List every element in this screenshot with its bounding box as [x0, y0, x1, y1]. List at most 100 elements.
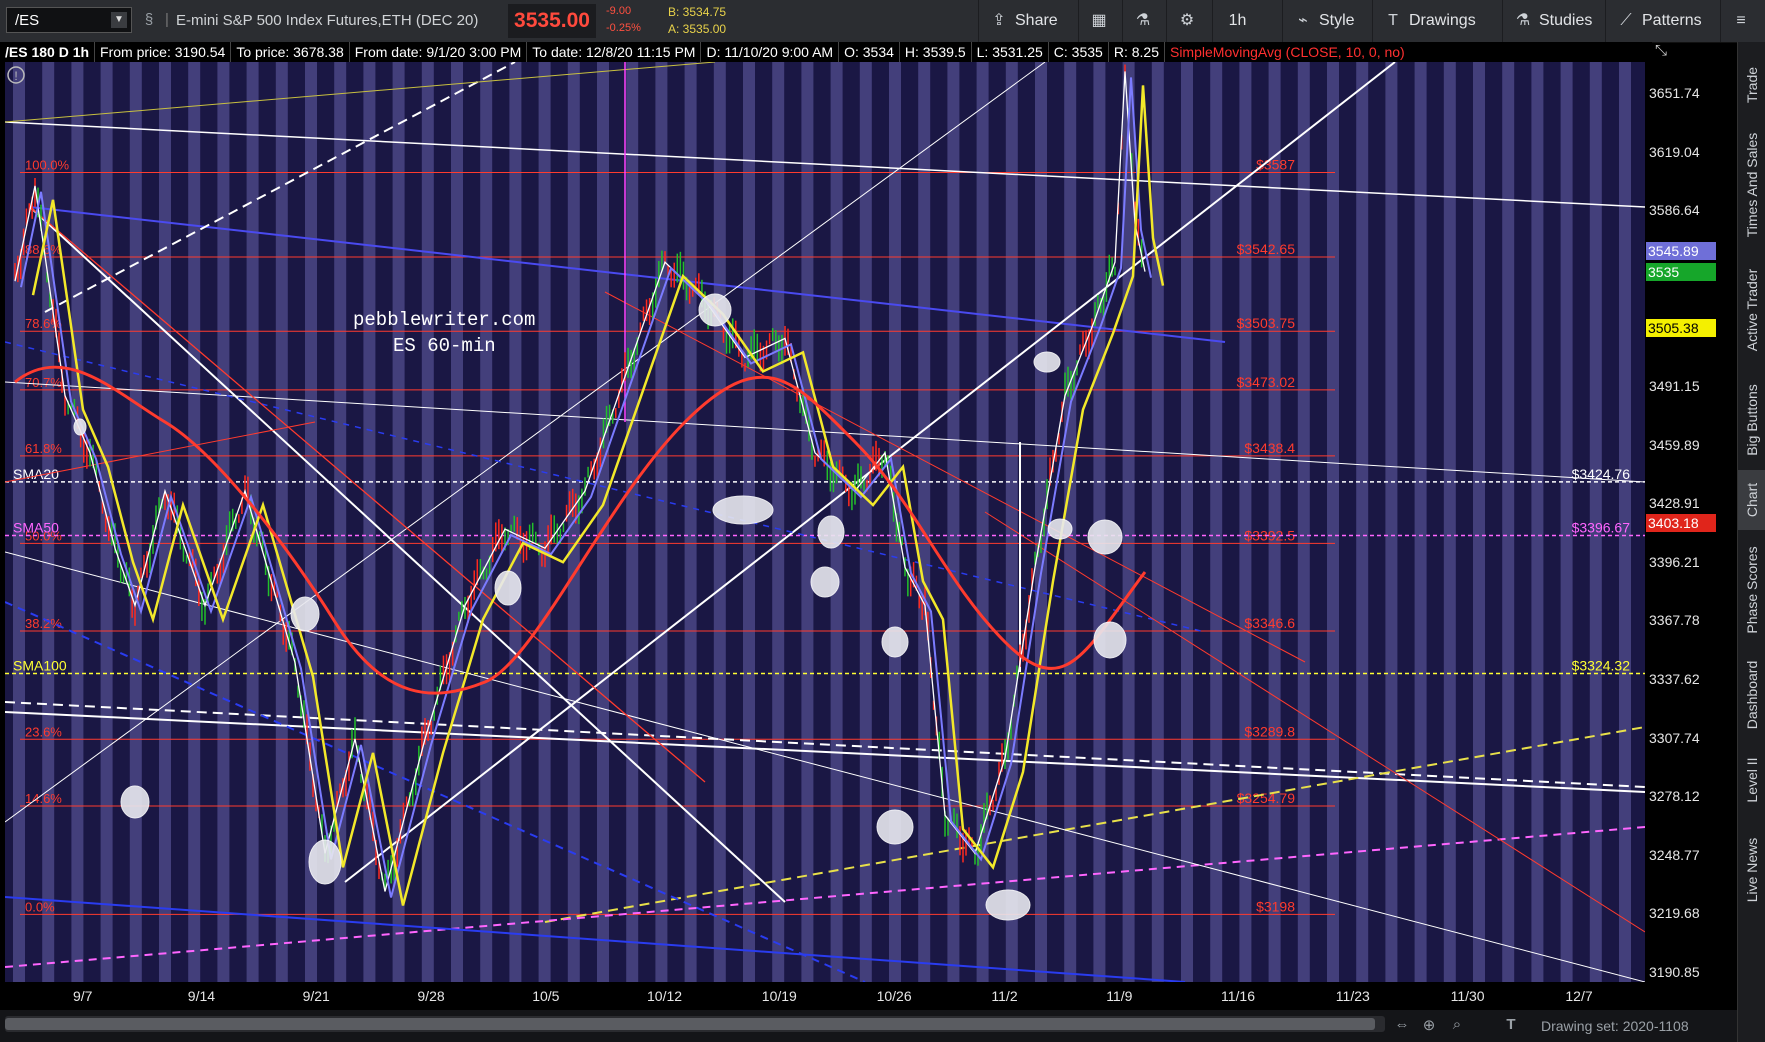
date-axis-label: 10/26: [876, 988, 912, 1004]
price-change: -9.00: [606, 5, 632, 17]
price-scale-label: 3307.74: [1649, 729, 1700, 746]
sidebar-tab-phase-scores[interactable]: Phase Scores: [1738, 530, 1765, 650]
watermark-line1: pebblewriter.com: [353, 309, 535, 331]
date-axis-label: 9/14: [187, 988, 216, 1004]
fib-label-right: $3473.02: [1237, 374, 1296, 390]
date-axis[interactable]: 9/7 9/14 9/21 9/28 10/5 10/12 10/19 10/26 11/2 11…: [0, 982, 1645, 1010]
beaker-button[interactable]: ⚗: [1122, 0, 1166, 42]
annotation-oval: [1087, 519, 1123, 555]
sidebar-tab-live-news[interactable]: Live News: [1738, 820, 1765, 920]
menu-button[interactable]: ≡: [1720, 0, 1765, 42]
last-price: 3535.00: [508, 4, 596, 38]
patterns-button[interactable]: ⟋ Patterns: [1605, 0, 1720, 42]
sidebar-tab-big-buttons[interactable]: Big Buttons: [1738, 370, 1765, 470]
fib-label-right: $3542.65: [1237, 241, 1296, 257]
session-stripe: [918, 62, 931, 982]
annotation-oval: [290, 596, 320, 632]
sidebar-tab-label: Chart: [1744, 482, 1760, 518]
bar-date: D: 11/10/20 9:00 AM: [701, 42, 840, 62]
annotation-oval: [698, 293, 732, 327]
fib-label-right: $3346.6: [1244, 615, 1295, 631]
annotation-oval: [494, 570, 522, 606]
to-date: To date: 12/8/20 11:15 PM: [527, 42, 702, 62]
fib-label-right: $3438.4: [1244, 440, 1295, 456]
scrollbar-thumb[interactable]: [5, 1018, 1375, 1030]
bar-open: O: 3534: [839, 42, 900, 62]
scroll-icon[interactable]: ⇔: [1393, 1016, 1411, 1034]
info-icon-glyph: !: [14, 69, 17, 83]
session-stripe: [1385, 62, 1398, 982]
price-scale-label: 3248.77: [1649, 846, 1700, 863]
to-price: To price: 3678.38: [231, 42, 350, 62]
price-scale-label: 3651.74: [1649, 85, 1700, 101]
annotation-oval: [73, 418, 87, 436]
session-stripe: [509, 62, 522, 982]
fib-label-right: $3198: [1256, 898, 1295, 914]
style-button[interactable]: ⌁ Style: [1282, 0, 1382, 42]
session-stripe: [217, 62, 230, 982]
chevron-down-icon[interactable]: ▼: [111, 12, 127, 28]
from-price: From price: 3190.54: [95, 42, 232, 62]
session-stripe: [129, 62, 142, 982]
link-icon[interactable]: §: [140, 11, 158, 29]
studies-button[interactable]: ⚗ Studies: [1502, 0, 1610, 42]
sidebar-tab-times-and-sales[interactable]: Times And Sales: [1738, 120, 1765, 250]
session-stripe: [1356, 62, 1369, 982]
collapse-arrows-icon[interactable]: ⤡: [1652, 42, 1670, 60]
date-axis-label: 11/9: [1106, 988, 1133, 1004]
price-scale-label: 3337.62: [1649, 671, 1700, 687]
symbol-selector[interactable]: /ES ▼: [6, 7, 132, 33]
sidebar-tab-chart[interactable]: Chart: [1738, 470, 1765, 530]
bar-close: C: 3535: [1049, 42, 1109, 62]
price-chart[interactable]: 100.0%$358788.6%$3542.6578.6%$3503.7570.…: [5, 62, 1645, 982]
session-stripe: [1531, 62, 1544, 982]
session-stripe: [1239, 62, 1252, 982]
annotation-oval: [712, 495, 774, 525]
session-stripe: [538, 62, 551, 982]
flask-icon: ⚗: [1515, 12, 1531, 29]
sidebar-tab-active-trader[interactable]: Active Trader: [1738, 250, 1765, 370]
price-scale-label: 3278.12: [1649, 788, 1700, 805]
zoom-icon[interactable]: ⌕: [1448, 1016, 1466, 1034]
horizontal-scrollbar[interactable]: [5, 1016, 1385, 1032]
date-axis-label: 11/23: [1335, 988, 1370, 1004]
study-label: SimpleMovingAvg (CLOSE, 10, 0, no): [1169, 44, 1405, 60]
share-button[interactable]: ⇪ Share: [978, 0, 1078, 42]
sidebar-tab-label: Level II: [1744, 757, 1760, 803]
annotation-oval: [1093, 621, 1127, 659]
price-scale-label: 3367.78: [1649, 612, 1700, 629]
sidebar-tab-dashboard[interactable]: Dashboard: [1738, 650, 1765, 740]
session-stripe: [713, 62, 726, 982]
drawings-button[interactable]: T Drawings: [1372, 0, 1502, 42]
session-stripe: [772, 62, 785, 982]
timeframe-button[interactable]: 1h: [1212, 0, 1262, 42]
session-stripe: [684, 62, 697, 982]
sma-value: $3396.67: [1572, 519, 1631, 535]
text-icon[interactable]: T: [1502, 1016, 1520, 1034]
settings-button[interactable]: ⚙: [1166, 0, 1212, 42]
session-stripe: [1297, 62, 1310, 982]
date-axis-label: 10/12: [647, 988, 683, 1004]
session-stripe: [1414, 62, 1427, 982]
date-axis-label: 11/16: [1221, 988, 1255, 1004]
crosshair-icon[interactable]: ⊕: [1420, 1016, 1438, 1034]
price-scale[interactable]: 3651.743619.043586.643554.523522.693491.…: [1645, 62, 1737, 982]
session-stripe: [1151, 62, 1164, 982]
session-stripe: [947, 62, 960, 982]
annotation-oval: [876, 809, 914, 845]
grid-layout-button[interactable]: ▦: [1078, 0, 1122, 42]
session-stripe: [626, 62, 639, 982]
sidebar-tab-label: Big Buttons: [1744, 384, 1760, 456]
sidebar-tab-level-ii[interactable]: Level II: [1738, 740, 1765, 820]
date-axis-label: 10/19: [761, 988, 797, 1004]
price-scale-label: 3190.85: [1649, 964, 1700, 980]
divider-icon: |: [165, 11, 169, 28]
price-tag: 3545.89: [1646, 241, 1716, 260]
sidebar-tab-trade[interactable]: Trade: [1738, 50, 1765, 120]
session-stripe: [480, 62, 493, 982]
price-scale-label: 3428.91: [1649, 495, 1700, 512]
drawing-set-label[interactable]: Drawing set: 2020-1108: [1541, 1018, 1689, 1034]
beaker-icon: ⚗: [1135, 12, 1151, 29]
session-stripe: [1327, 62, 1339, 982]
session-stripe: [655, 62, 668, 982]
